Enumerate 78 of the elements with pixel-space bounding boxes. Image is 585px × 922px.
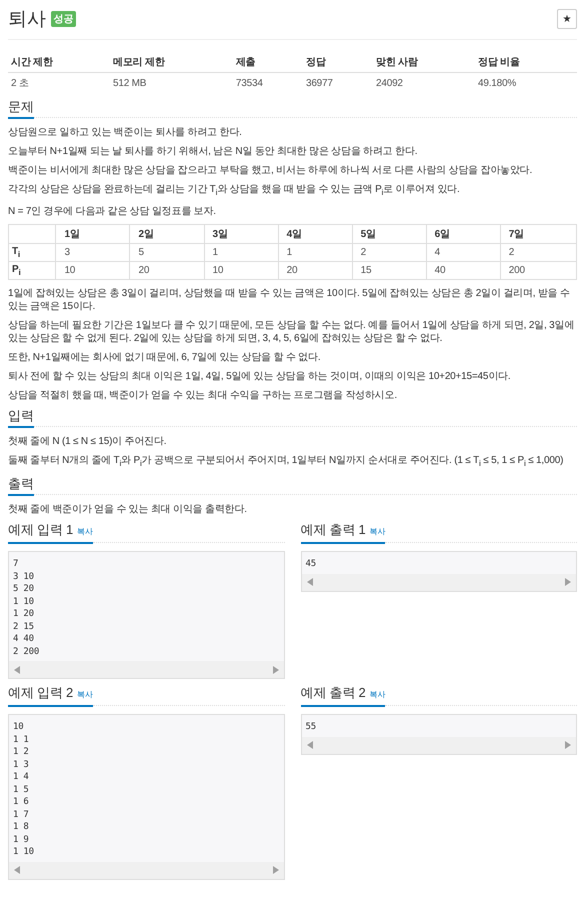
section-heading: 문제	[8, 99, 34, 119]
paragraph: 첫째 줄에 N (1 ≤ N ≤ 15)이 주어진다.	[8, 435, 168, 448]
table-cell: 15	[352, 262, 426, 280]
row-header: P$_{i}$	[8, 262, 56, 280]
section-heading: 입력	[8, 408, 34, 428]
column-header: 5일	[352, 224, 426, 244]
paragraph: N = 7인 경우에 다음과 같은 상담 일정표를 보자.	[8, 205, 217, 218]
stats-header: 맞힌 사람	[372, 52, 475, 72]
column-header: 7일	[500, 224, 576, 244]
scroll-left-icon[interactable]	[306, 578, 312, 586]
scroll-left-icon[interactable]	[14, 666, 20, 674]
table-cell: 4	[426, 244, 500, 262]
scroll-left-icon[interactable]	[306, 741, 312, 749]
table-cell: 10	[56, 262, 130, 280]
stats-header: 메모리 제한	[110, 52, 233, 72]
copy-link[interactable]: 복사	[77, 524, 93, 540]
scroll-left-icon[interactable]	[14, 866, 20, 874]
stats-value: 36977	[302, 72, 373, 93]
sample-code: 45	[304, 558, 317, 571]
table-cell: 3	[56, 244, 130, 262]
horizontal-scrollbar[interactable]	[9, 862, 284, 878]
scroll-right-icon[interactable]	[272, 666, 278, 674]
paragraph: 첫째 줄에 백준이가 얻을 수 있는 최대 이익을 출력한다.	[8, 503, 248, 516]
paragraph: 퇴사 전에 할 수 있는 상담의 최대 이익은 1일, 4일, 5일에 있는 상담을 하는 것이며, 이때의 이익은 10+20+15=45이다.	[8, 370, 512, 383]
horizontal-scrollbar[interactable]	[9, 661, 284, 678]
paragraph: 오늘부터 N+1일째 되는 날 퇴사를 하기 위해서, 남은 N일 동안 최대한 많은 상담을 하려고 한다.	[8, 145, 418, 158]
horizontal-scrollbar[interactable]	[302, 736, 576, 754]
scroll-right-icon[interactable]	[565, 578, 571, 586]
sample-title: 예제 입력 1	[8, 522, 74, 538]
stats-value: 49.180%	[474, 72, 577, 93]
paragraph: 둘째 줄부터 N개의 줄에 T$_{i}$와 P$_{i}$가 공백으로 구분되어서 주어지며, 1일부터 N일까지 순서대로 주어진다. (1 ≤ T$_{i}$ ≤ 5, 1 ≤ P$_{i}$ ≤ 1,000)	[8, 454, 564, 470]
section-heading: 출력	[8, 476, 34, 496]
sample-code: 10 1 1 1 2 1 3 1 4 1 5 1 6 1 7 1 8 1 9 1 10	[12, 721, 35, 859]
scroll-right-icon[interactable]	[565, 741, 571, 749]
column-header: 6일	[426, 224, 500, 244]
paragraph: 상담을 하는데 필요한 기간은 1일보다 클 수 있기 때문에, 모든 상담을 할 수는 없다. 예를 들어서 1일에 상담을 하게 되면, 2일, 3일에 있는 상담은 할 수 없게 된다. 2일에 있는 상담을 하게 되면, 3, 4, 5, 6일에 잡혀있는 상담은 할 수 없다.	[8, 319, 576, 345]
table-cell: 5	[130, 244, 204, 262]
stats-header: 정답	[302, 52, 373, 72]
paragraph: 또한, N+1일째에는 회사에 없기 때문에, 6, 7일에 있는 상담을 할 수 없다.	[8, 351, 322, 364]
paragraph: 각각의 상담은 상담을 완료하는데 걸리는 기간 T$_{i}$와 상담을 했을 때 받을 수 있는 금액 P$_{i}$로 이루어져 있다.	[8, 183, 461, 199]
table-cell: 1	[204, 244, 278, 262]
sample-code: 55	[304, 721, 317, 734]
stats-value: 512 MB	[110, 72, 233, 93]
paragraph: 상담원으로 일하고 있는 백준이는 퇴사를 하려고 한다.	[8, 126, 243, 139]
sample-title: 예제 입력 2	[8, 685, 74, 701]
table-cell: 20	[278, 262, 352, 280]
table-cell: 1	[278, 244, 352, 262]
stats-value: 24092	[372, 72, 475, 93]
table-cell: 2	[500, 244, 576, 262]
table-cell: 10	[204, 262, 278, 280]
table-cell: 2	[352, 244, 426, 262]
sample-title: 예제 출력 1	[300, 522, 366, 538]
table-cell: 40	[426, 262, 500, 280]
stats-header: 제출	[232, 52, 303, 72]
copy-link[interactable]: 복사	[370, 687, 386, 703]
paragraph: 1일에 잡혀있는 상담은 총 3일이 걸리며, 상담했을 때 받을 수 있는 금액은 10이다. 5일에 잡혀있는 상담은 총 2일이 걸리며, 받을 수 있는 금액은 15이다.	[8, 287, 571, 313]
column-header: 2일	[130, 224, 204, 244]
row-header: T$_{i}$	[8, 244, 56, 262]
status-badge: 성공	[50, 11, 76, 27]
table-cell: 200	[500, 262, 576, 280]
column-header: 1일	[56, 224, 130, 244]
stats-value: 73534	[232, 72, 303, 93]
table-cell: 20	[130, 262, 204, 280]
paragraph: 백준이는 비서에게 최대한 많은 상담을 잡으라고 부탁을 했고, 비서는 하루에 하나씩 서로 다른 사람의 상담을 잡아놓았다.	[8, 164, 534, 177]
stats-value: 2 초	[8, 72, 110, 93]
scroll-right-icon[interactable]	[272, 866, 278, 874]
horizontal-scrollbar[interactable]	[302, 574, 576, 590]
star-button[interactable]: ★	[557, 9, 577, 29]
stats-header: 정답 비율	[474, 52, 577, 72]
paragraph: 상담을 적절히 했을 때, 백준이가 얻을 수 있는 최대 수익을 구하는 프로그램을 작성하시오.	[8, 389, 398, 402]
sample-code: 7 3 10 5 20 1 10 1 20 2 15 4 40 2 200	[12, 558, 40, 658]
copy-link[interactable]: 복사	[370, 524, 386, 540]
copy-link[interactable]: 복사	[77, 687, 93, 703]
column-header: 3일	[204, 224, 278, 244]
sample-title: 예제 출력 2	[300, 685, 366, 701]
column-header: 4일	[278, 224, 352, 244]
stats-header: 시간 제한	[8, 52, 110, 72]
problem-title: 퇴사	[8, 8, 46, 32]
